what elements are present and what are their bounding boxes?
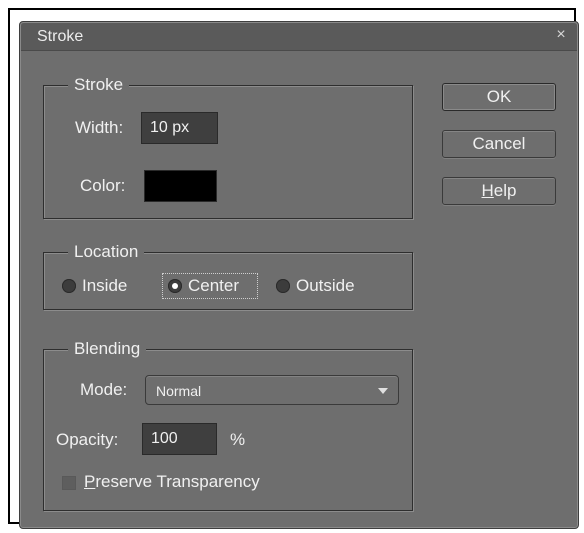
title-bar[interactable]: Stroke × [21,23,577,51]
opacity-unit: % [230,430,246,449]
radio-outside-label: Outside [296,276,355,295]
stroke-group-legend: Stroke [68,75,130,95]
stroke-group: Stroke Width: 10 px Color: [43,75,413,219]
preserve-label-rest: reserve Transparency [95,472,260,491]
mode-select-value: Normal [156,383,202,399]
radio-inside[interactable]: Inside [62,274,152,298]
preserve-transparency-checkbox[interactable] [62,476,76,490]
close-icon[interactable]: × [553,27,569,43]
radio-outside[interactable]: Outside [276,274,386,298]
radio-inside-dot [62,279,76,293]
help-button[interactable]: Help [442,177,556,205]
mode-label: Mode: [80,380,128,399]
radio-center[interactable]: Center [168,274,258,298]
radio-center-dot [168,279,182,293]
dialog-title: Stroke [37,28,84,45]
color-swatch[interactable] [144,170,217,202]
radio-outside-dot [276,279,290,293]
help-mnemonic: H [481,181,494,200]
blending-group: Blending Mode: Normal Opacity: 100 % Pre… [43,339,413,511]
location-group: Location Inside Center Outside [43,242,413,310]
ok-button[interactable]: OK [442,83,556,111]
stroke-dialog: Stroke × Stroke Width: 10 px Color: Loca… [19,21,579,529]
width-label: Width: [75,118,124,137]
width-input[interactable]: 10 px [141,112,218,144]
radio-center-label: Center [188,276,240,295]
location-group-legend: Location [68,242,145,262]
color-label: Color: [80,176,126,195]
mode-select[interactable]: Normal [145,375,399,405]
radio-inside-label: Inside [82,276,128,295]
chevron-down-icon [378,388,388,394]
blending-group-legend: Blending [68,339,147,359]
opacity-label: Opacity: [56,430,119,449]
preserve-transparency-label: Preserve Transparency [84,472,260,492]
preserve-transparency-checkbox-row[interactable]: Preserve Transparency [58,470,318,494]
help-label-rest: elp [493,181,517,200]
opacity-input[interactable]: 100 [142,423,217,455]
preserve-mnemonic: P [84,472,96,491]
cancel-button[interactable]: Cancel [442,130,556,158]
